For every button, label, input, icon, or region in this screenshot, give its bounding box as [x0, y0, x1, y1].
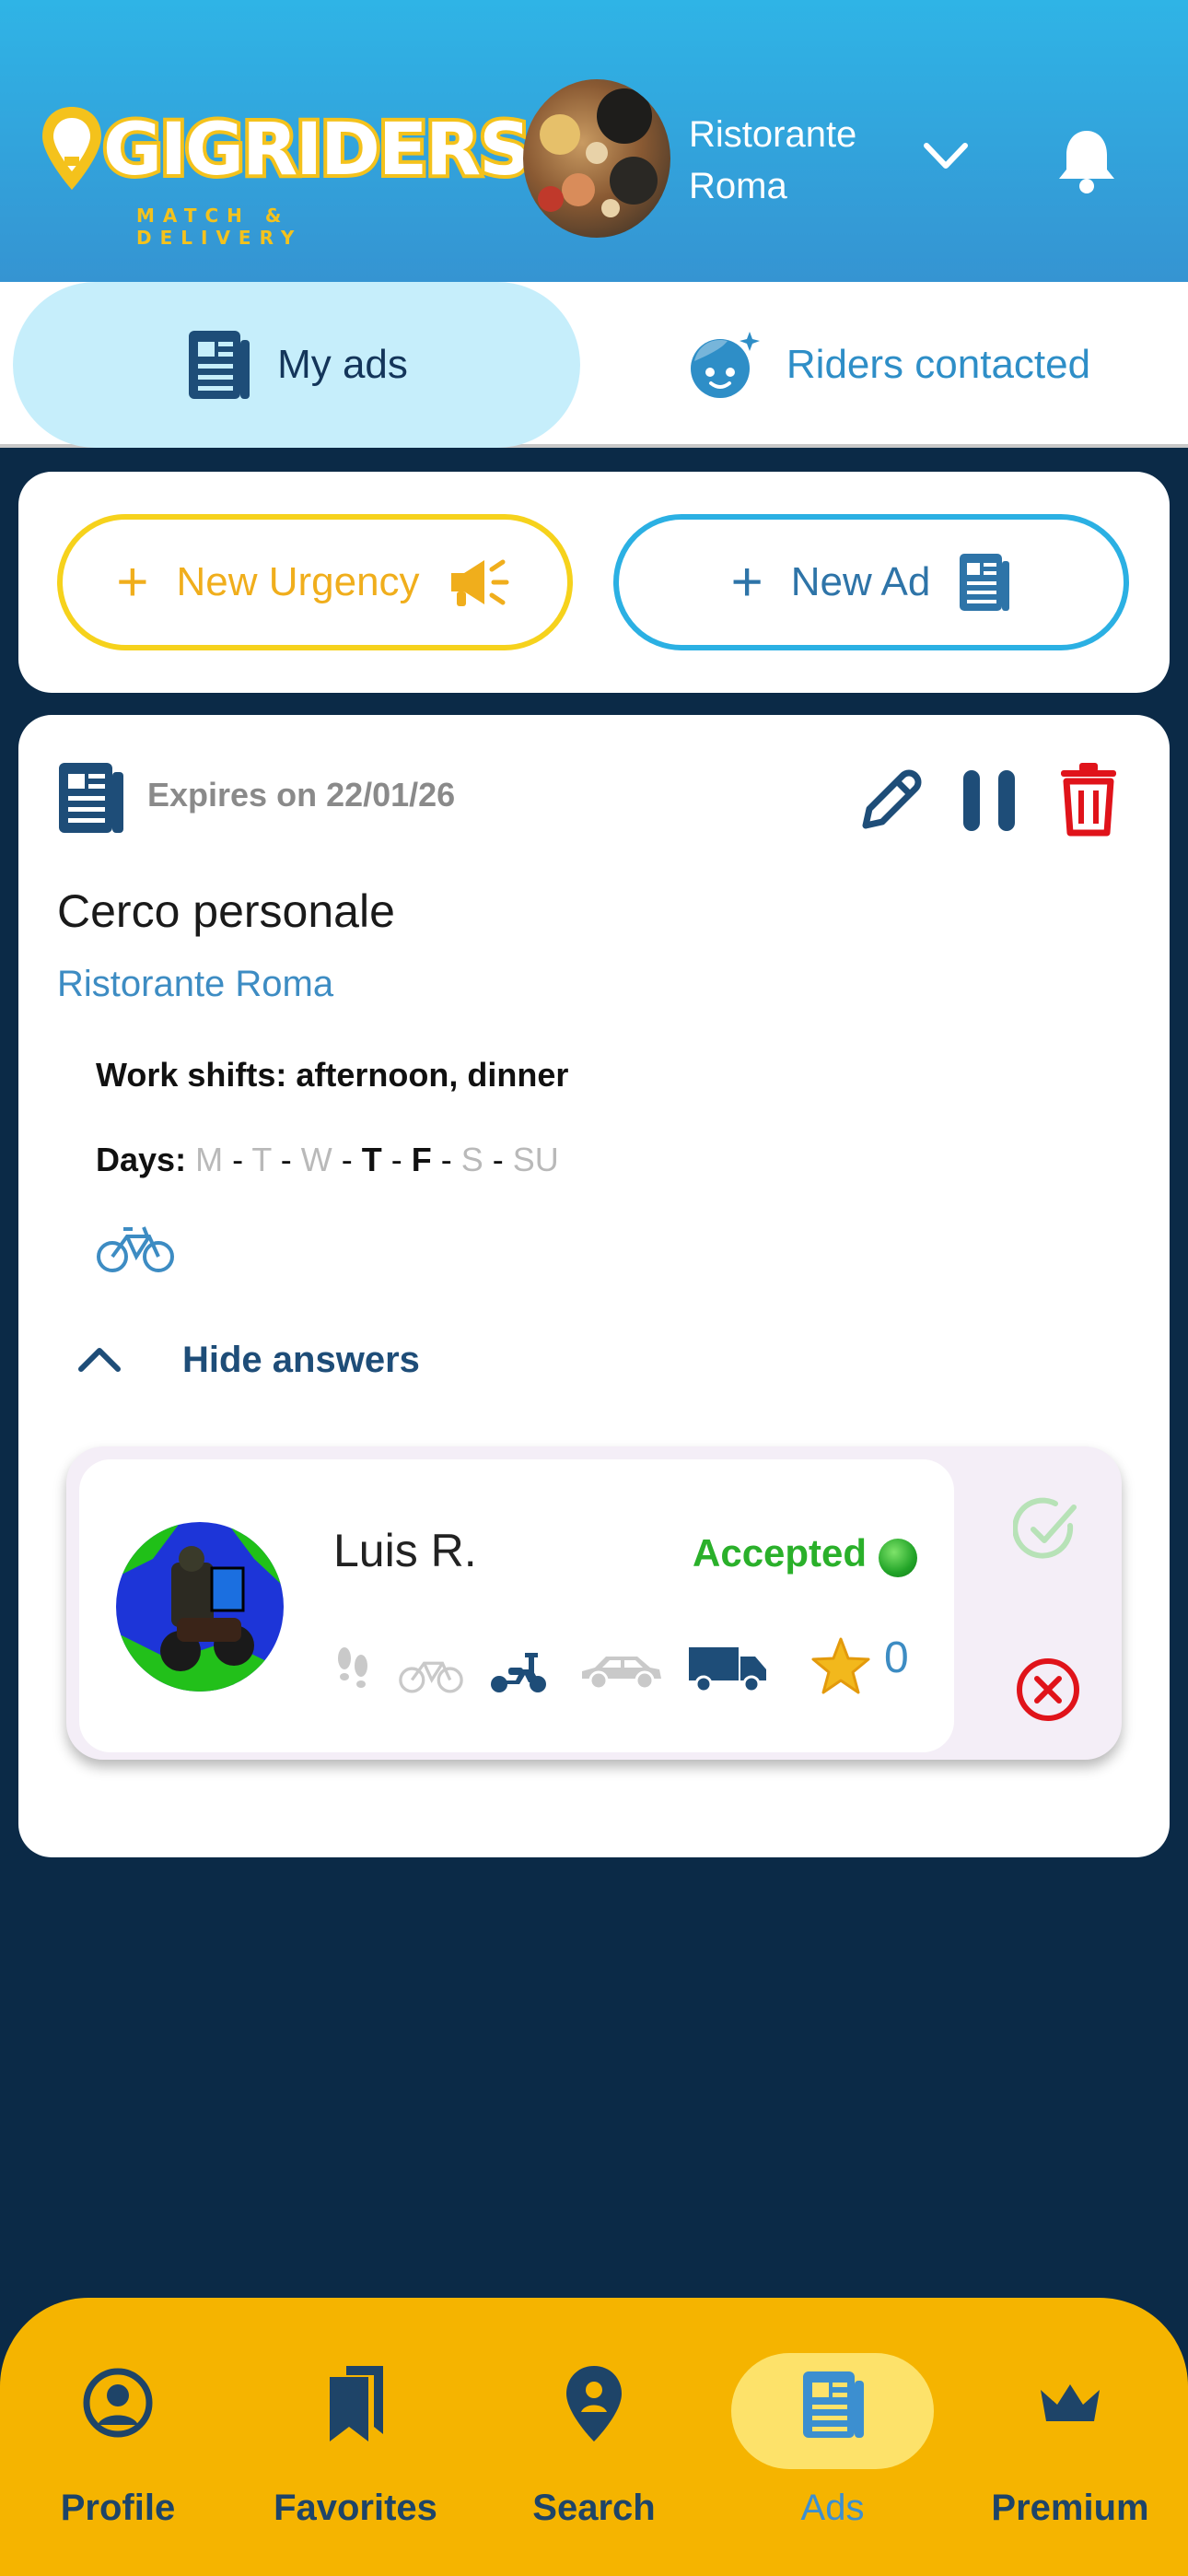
van-icon: [689, 1647, 766, 1693]
chevron-down-icon[interactable]: [921, 138, 971, 175]
app-header: GIGRIDERS MATCH & DELIVERY Ristorante Ro…: [0, 0, 1188, 282]
walk-icon: [338, 1647, 367, 1688]
rider-avatar[interactable]: [116, 1522, 284, 1692]
document-icon: [803, 2371, 864, 2438]
new-ad-button[interactable]: + New Ad: [613, 514, 1129, 650]
plus-icon: +: [730, 551, 763, 613]
restaurant-avatar[interactable]: [523, 79, 670, 238]
logo-text: GIGRIDERS: [99, 105, 534, 195]
pause-icon[interactable]: [960, 767, 1019, 835]
days-label: Days:: [96, 1141, 187, 1178]
rating-value: 0: [884, 1633, 909, 1682]
pencil-icon[interactable]: [856, 767, 925, 835]
map-pin-icon: [566, 2366, 622, 2441]
gigriders-logo: GIGRIDERS MATCH & DELIVERY: [37, 96, 534, 249]
day-t: T: [251, 1141, 272, 1178]
nav-premium[interactable]: Premium: [969, 2349, 1171, 2534]
chevron-up-icon[interactable]: [76, 1343, 123, 1375]
tab-my-ads-label: My ads: [277, 342, 408, 387]
nav-ads[interactable]: Ads: [731, 2349, 934, 2534]
hide-answers-toggle[interactable]: Hide answers: [182, 1340, 420, 1381]
nav-profile-label: Profile: [60, 2488, 176, 2528]
restaurant-name[interactable]: Ristorante Roma: [689, 109, 910, 212]
tab-my-ads[interactable]: My ads: [13, 282, 580, 448]
day-f: F: [411, 1141, 432, 1178]
bicycle-icon: [399, 1661, 463, 1693]
megaphone-icon: [450, 559, 509, 606]
scooter-icon: [491, 1653, 546, 1692]
nav-favorites[interactable]: Favorites: [254, 2349, 457, 2534]
car-icon: [582, 1657, 661, 1691]
tab-bar: My ads Riders contacted: [0, 282, 1188, 448]
day-w: W: [300, 1141, 332, 1178]
bell-icon[interactable]: [1055, 125, 1118, 195]
new-ad-label: New Ad: [790, 559, 931, 604]
days-row: Days: M - T - W - T - F - S - SU: [96, 1141, 559, 1178]
rider-answer-body[interactable]: Luis R. Accepted 0: [79, 1459, 954, 1752]
new-urgency-button[interactable]: + New Urgency: [57, 514, 573, 650]
document-icon: [189, 331, 250, 399]
actions-card: + New Urgency + New Ad: [18, 472, 1170, 693]
rider-answer-card: Luis R. Accepted 0: [66, 1446, 1122, 1760]
reject-x-icon[interactable]: [1015, 1657, 1081, 1723]
nav-favorites-label: Favorites: [274, 2488, 437, 2528]
ad-card: Expires on 22/01/26 Cerco personale Rist…: [18, 715, 1170, 1857]
day-th: T: [361, 1141, 382, 1178]
nav-ads-label: Ads: [800, 2488, 865, 2528]
star-icon: [811, 1637, 870, 1694]
accept-check-icon[interactable]: [1013, 1494, 1079, 1564]
expiry-date: Expires on 22/01/26: [147, 776, 456, 814]
nav-profile[interactable]: Profile: [17, 2349, 219, 2534]
plus-icon: +: [116, 551, 149, 613]
day-su: SU: [512, 1141, 559, 1178]
ad-company[interactable]: Ristorante Roma: [57, 964, 333, 1005]
bicycle-icon: [97, 1226, 174, 1272]
tab-riders-contacted-label: Riders contacted: [786, 342, 1091, 387]
logo-tagline: MATCH & DELIVERY: [136, 205, 303, 249]
status-dot-icon: [879, 1539, 917, 1577]
document-icon: [960, 554, 1010, 611]
ad-title: Cerco personale: [57, 885, 395, 937]
document-icon: [59, 763, 123, 833]
crown-icon: [1041, 2384, 1100, 2421]
nav-premium-label: Premium: [991, 2488, 1149, 2528]
day-m: M: [195, 1141, 224, 1178]
bottom-navigation: Profile Favorites Search Ads Premium: [0, 2298, 1188, 2576]
day-s: S: [460, 1141, 483, 1178]
bookmarks-icon: [330, 2366, 383, 2441]
nav-search[interactable]: Search: [493, 2349, 695, 2534]
nav-search-label: Search: [532, 2488, 656, 2528]
status-badge: Accepted: [693, 1531, 868, 1575]
tab-riders-contacted[interactable]: Riders contacted: [608, 282, 1170, 448]
user-circle-icon: [83, 2368, 153, 2438]
pin-logo-icon: [42, 107, 101, 190]
rider-name[interactable]: Luis R.: [333, 1524, 477, 1577]
new-urgency-label: New Urgency: [176, 559, 420, 604]
rider-face-icon: [690, 332, 760, 398]
trash-icon[interactable]: [1059, 763, 1118, 837]
work-shifts: Work shifts: afternoon, dinner: [96, 1056, 569, 1094]
